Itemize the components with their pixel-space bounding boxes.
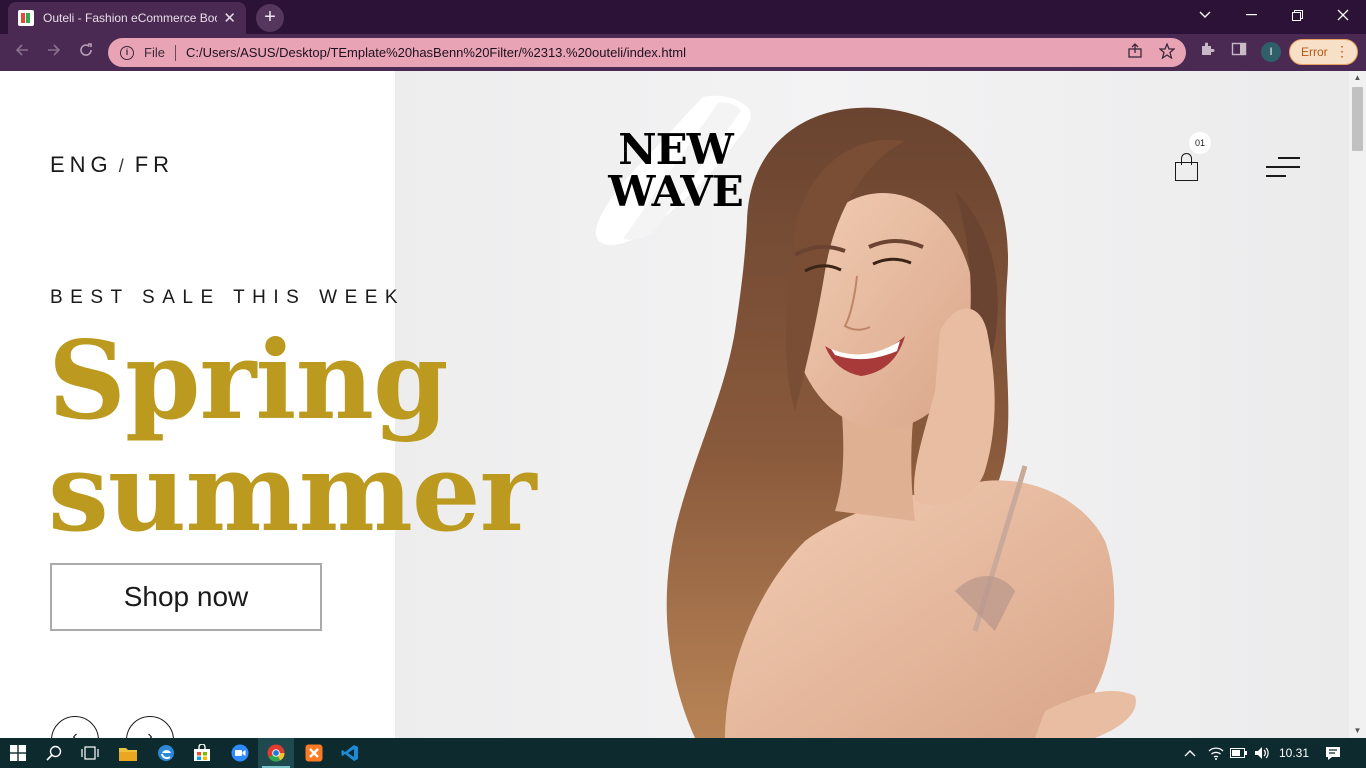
logo-line-2: WAVE: [608, 167, 744, 216]
new-tab-button[interactable]: +: [256, 4, 284, 32]
slider-prev-icon[interactable]: ‹: [51, 716, 99, 738]
scheme-label: File: [144, 45, 165, 60]
site-logo[interactable]: NEW WAVE: [593, 93, 758, 248]
site-favicon-icon: [18, 10, 34, 26]
profile-avatar[interactable]: I: [1261, 42, 1281, 62]
tab-search-icon[interactable]: [1182, 0, 1228, 30]
address-bar[interactable]: i File C:/Users/ASUS/Desktop/TEmplate%20…: [108, 38, 1186, 67]
close-tab-icon[interactable]: ✕: [223, 9, 236, 27]
edge-icon[interactable]: [148, 738, 184, 768]
slider-next-icon[interactable]: ›: [126, 716, 174, 738]
restore-icon[interactable]: [1274, 0, 1320, 30]
error-label: Error: [1301, 45, 1328, 59]
cart-count-badge: 01: [1189, 132, 1211, 154]
lang-fr-link[interactable]: FR: [135, 152, 174, 177]
vscode-icon[interactable]: [332, 738, 368, 768]
forward-icon[interactable]: [42, 41, 66, 65]
headline-line-1: Spring: [48, 318, 448, 444]
site-info-icon[interactable]: i: [120, 45, 134, 60]
notifications-icon[interactable]: [1320, 738, 1346, 768]
url-text[interactable]: C:/Users/ASUS/Desktop/TEmplate%20hasBenn…: [186, 45, 686, 60]
clock[interactable]: 10.31: [1276, 738, 1312, 768]
logo-wordmark: NEW WAVE: [593, 129, 758, 213]
tray-overflow-icon[interactable]: [1180, 738, 1200, 768]
back-icon[interactable]: [10, 41, 34, 65]
start-icon[interactable]: [0, 738, 36, 768]
extensions-icon[interactable]: [1197, 41, 1217, 61]
scrollbar-thumb[interactable]: [1352, 87, 1363, 151]
battery-icon[interactable]: [1228, 738, 1250, 768]
tab-title: Outeli - Fashion eCommerce Boo: [43, 11, 218, 25]
share-icon[interactable]: [1126, 43, 1144, 61]
side-panel-icon[interactable]: [1229, 41, 1249, 61]
scroll-up-icon[interactable]: ▲: [1349, 71, 1366, 85]
bookmark-star-icon[interactable]: [1158, 42, 1176, 61]
minimize-icon[interactable]: [1228, 0, 1274, 30]
chrome-icon[interactable]: [258, 738, 294, 768]
search-icon[interactable]: [36, 738, 72, 768]
lang-separator: /: [118, 156, 129, 176]
scroll-down-icon[interactable]: ▼: [1349, 724, 1366, 738]
xampp-icon[interactable]: [296, 738, 332, 768]
windows-taskbar: 10.31: [0, 738, 1366, 768]
wifi-icon[interactable]: [1205, 738, 1227, 768]
language-switcher: ENG / FR: [50, 152, 174, 178]
cart-icon[interactable]: [1175, 153, 1199, 181]
page-viewport: ENG / FR NEW WAVE 01 BEST SALE THIS WEEK S…: [0, 71, 1349, 738]
volume-icon[interactable]: [1251, 738, 1273, 768]
hero-image: [395, 71, 1349, 738]
zoom-icon[interactable]: [222, 738, 258, 768]
hero-headline: Spring summer: [48, 325, 536, 549]
shop-now-button[interactable]: Shop now: [50, 563, 322, 631]
error-button[interactable]: Error ⋮: [1289, 39, 1358, 65]
store-icon[interactable]: [184, 738, 220, 768]
hamburger-menu-icon[interactable]: [1266, 155, 1300, 179]
browser-tab[interactable]: Outeli - Fashion eCommerce Boo ✕: [8, 2, 246, 34]
reload-icon[interactable]: [74, 41, 98, 65]
more-options-icon[interactable]: ⋮: [1335, 43, 1349, 59]
address-separator: [174, 44, 176, 61]
lang-eng-link[interactable]: ENG: [50, 152, 113, 177]
file-explorer-icon[interactable]: [110, 738, 146, 768]
close-window-icon[interactable]: [1320, 0, 1366, 30]
hero-kicker: BEST SALE THIS WEEK: [50, 287, 406, 308]
headline-line-2: summer: [48, 430, 536, 556]
browser-tab-strip: Outeli - Fashion eCommerce Boo ✕ +: [0, 0, 1366, 34]
logo-line-1: NEW: [618, 125, 734, 174]
page-scrollbar[interactable]: ▲ ▼: [1349, 71, 1366, 738]
task-view-icon[interactable]: [72, 738, 108, 768]
